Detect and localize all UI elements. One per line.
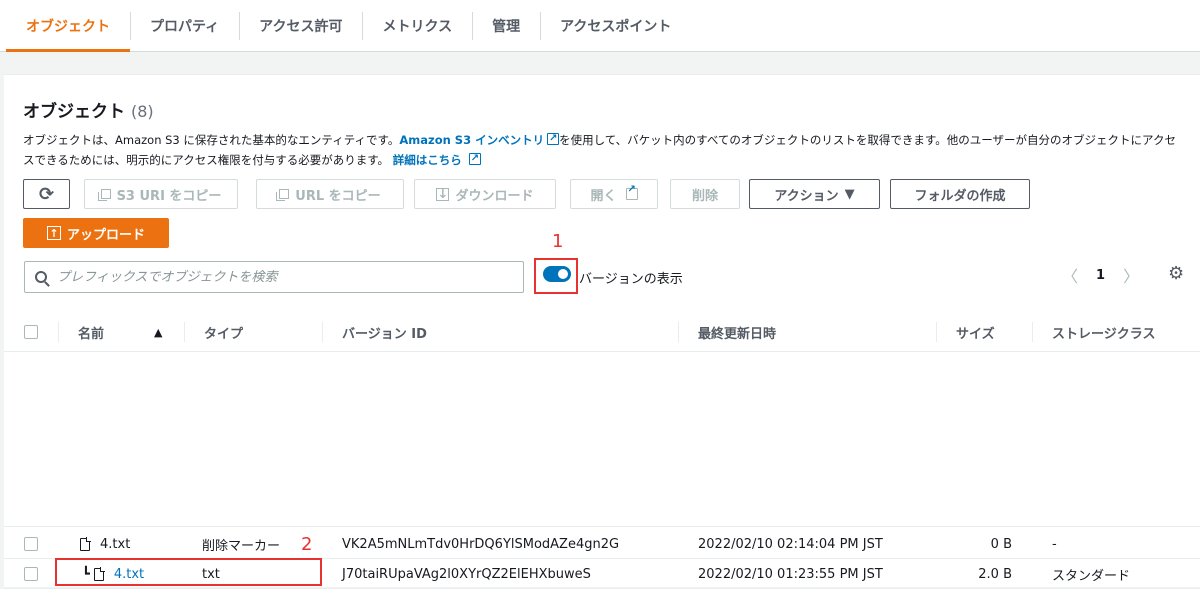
- current-page[interactable]: 1: [1096, 268, 1105, 283]
- caret-down-icon: ▼: [844, 186, 855, 202]
- select-all-checkbox[interactable]: [24, 325, 38, 339]
- column-storage-class[interactable]: ストレージクラス: [1032, 312, 1200, 352]
- column-version-id[interactable]: バージョン ID: [322, 312, 678, 352]
- copy-s3-uri-label: S3 URI をコピー: [116, 188, 222, 204]
- objects-panel: オブジェクト (8) オブジェクトは、Amazon S3 に保存された基本的なエ…: [4, 74, 1200, 589]
- last-modified: 2022/02/10 02:14:04 PM JST: [698, 536, 883, 552]
- search-box: [24, 261, 524, 293]
- download-icon: ↓: [436, 186, 450, 202]
- previous-page-icon[interactable]: 〈: [1062, 263, 1078, 287]
- tab-metrics[interactable]: メトリクス: [362, 0, 472, 52]
- storage-class: スタンダード: [1052, 568, 1131, 584]
- search-icon: [35, 271, 47, 283]
- refresh-button[interactable]: ⟳: [23, 179, 70, 209]
- upload-icon: ↑: [46, 226, 61, 240]
- column-name-label: 名前: [78, 326, 105, 342]
- open-button[interactable]: 開く: [570, 179, 658, 209]
- panel-description: オブジェクトは、Amazon S3 に保存された基本的なエンティティです。Ama…: [23, 129, 1183, 170]
- learn-more-label: 詳細はこちら: [392, 153, 462, 167]
- delete-button[interactable]: 削除: [670, 179, 740, 209]
- search-input[interactable]: [55, 268, 523, 286]
- version-id: J70taiRUpaVAg2l0XYrQZ2ElEHXbuweS: [342, 566, 591, 582]
- description-text: オブジェクトは、Amazon S3 に保存された基本的なエンティティです。: [23, 133, 400, 147]
- object-size: 2.0 B: [978, 566, 1012, 582]
- upload-button[interactable]: ↑ アップロード: [23, 218, 169, 248]
- table-row[interactable]: 4.txt 削除マーカー 2 VK2A5mNLmTdv0HrDQ6YlSModA…: [4, 529, 1200, 559]
- column-size[interactable]: サイズ: [936, 312, 1032, 352]
- column-last-modified[interactable]: 最終更新日時: [678, 312, 936, 352]
- next-page-icon[interactable]: 〉: [1123, 263, 1139, 287]
- object-count: (8): [131, 102, 154, 121]
- pagination: 〈 1 〉: [1062, 263, 1139, 287]
- refresh-icon: ⟳: [38, 183, 55, 205]
- copy-url-button[interactable]: URL をコピー: [256, 179, 404, 209]
- row-checkbox[interactable]: [24, 537, 38, 551]
- tab-objects[interactable]: オブジェクト: [6, 0, 130, 52]
- sort-ascending-icon: ▲: [154, 325, 163, 339]
- upload-label: アップロード: [66, 227, 145, 243]
- show-versions-toggle[interactable]: [543, 266, 571, 282]
- row-checkbox[interactable]: [24, 567, 38, 581]
- actions-label: アクション: [774, 188, 839, 204]
- tab-permissions[interactable]: アクセス許可: [239, 0, 362, 52]
- learn-more-link[interactable]: 詳細はこちら: [392, 149, 481, 169]
- tab-properties[interactable]: プロパティ: [130, 0, 239, 52]
- open-label: 開く: [590, 188, 617, 204]
- version-id: VK2A5mNLmTdv0HrDQ6YlSModAZe4gn2G: [342, 536, 620, 552]
- gear-icon[interactable]: ⚙: [1168, 263, 1184, 284]
- annotation-one: 1: [552, 231, 564, 252]
- create-folder-button[interactable]: フォルダの作成: [890, 179, 1030, 209]
- copy-icon: [97, 189, 111, 201]
- object-name-cell: 4.txt: [80, 529, 130, 559]
- file-icon: [80, 536, 91, 551]
- storage-class: -: [1052, 536, 1057, 552]
- copy-s3-uri-button[interactable]: S3 URI をコピー: [84, 179, 238, 209]
- object-type: 削除マーカー: [202, 538, 281, 554]
- external-link-icon: [468, 149, 481, 169]
- copy-icon: [276, 189, 290, 201]
- table-body-blank: [4, 352, 1200, 527]
- show-versions-label: バージョンの表示: [579, 272, 683, 287]
- annotation-two: 2: [301, 533, 313, 555]
- delete-label: 削除: [691, 188, 718, 204]
- panel-header: オブジェクト (8): [23, 97, 154, 122]
- object-name: 4.txt: [100, 536, 131, 552]
- annotation-highlight-row: [55, 558, 322, 586]
- object-size: 0 B: [990, 536, 1012, 552]
- table-header: 名前 ▲ タイプ バージョン ID 最終更新日時 サイズ ストレージクラス: [4, 312, 1200, 352]
- create-folder-label: フォルダの作成: [914, 188, 1006, 204]
- tab-access-points[interactable]: アクセスポイント: [540, 0, 691, 52]
- inventory-link[interactable]: Amazon S3 インベントリ: [399, 129, 560, 149]
- download-label: ダウンロード: [455, 188, 534, 204]
- actions-dropdown[interactable]: アクション ▼: [749, 179, 880, 209]
- last-modified: 2022/02/10 01:23:55 PM JST: [698, 566, 883, 582]
- inventory-link-label: Amazon S3 インベントリ: [399, 133, 545, 147]
- page-title: オブジェクト: [23, 102, 125, 122]
- column-name[interactable]: 名前 ▲: [58, 312, 184, 352]
- copy-url-label: URL をコピー: [295, 188, 381, 204]
- external-link-icon: [625, 184, 638, 200]
- column-type[interactable]: タイプ: [184, 312, 322, 352]
- tab-bar: オブジェクト プロパティ アクセス許可 メトリクス 管理 アクセスポイント: [0, 0, 1200, 52]
- download-button[interactable]: ↓ ダウンロード: [414, 179, 556, 209]
- external-link-icon: [547, 129, 560, 149]
- tab-management[interactable]: 管理: [472, 0, 540, 52]
